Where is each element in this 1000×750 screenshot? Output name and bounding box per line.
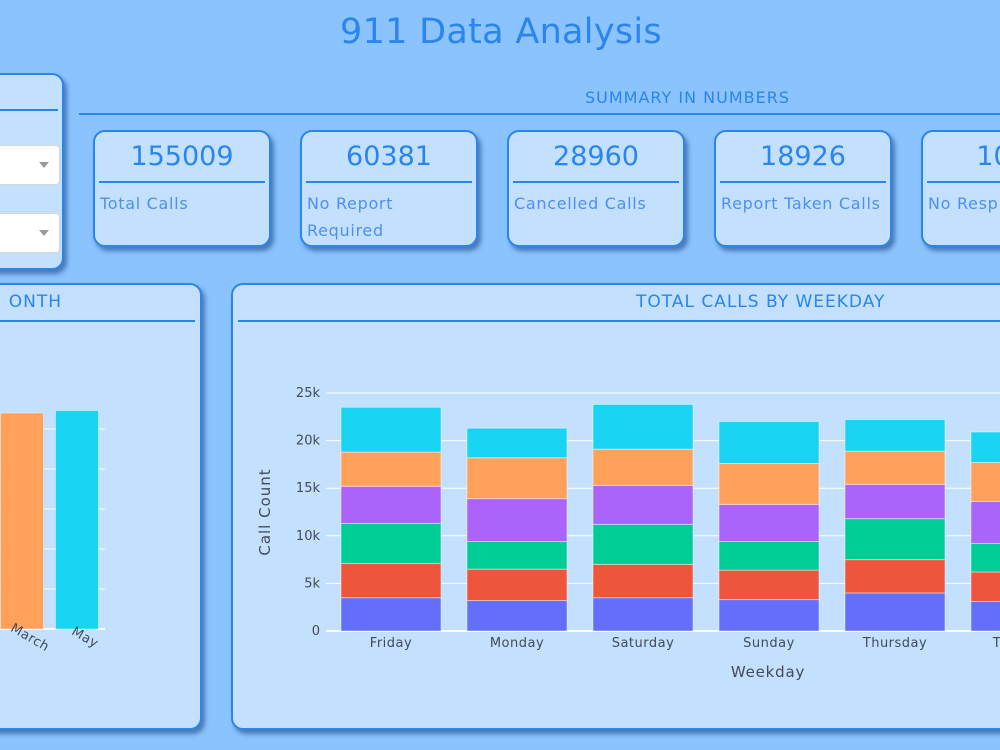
stat-value: 60381: [346, 141, 432, 172]
stat-label: No Resp… Calls: [928, 194, 1000, 213]
stat-label: Total Calls: [100, 194, 189, 213]
calls-by-weekday-chart: 0 5k 10k 15k 20k 25k Call Count Friday Monday Sat…: [256, 386, 1000, 681]
x-tick-label: Saturday: [612, 636, 675, 651]
bar-segment: [592, 563, 694, 599]
stat-card-no-response-calls: 10… No Resp… Calls: [921, 130, 1000, 247]
bar-segment: [970, 431, 1000, 463]
filter-dropdown-2[interactable]: [0, 213, 60, 253]
y-tick-label: 0: [312, 624, 320, 639]
calls-by-weekday-panel: TOTAL CALLS BY WEEKDAY 0 5k 10k 15k 20k 25k Ca…: [231, 283, 1000, 730]
stat-label: Report Taken Calls: [721, 194, 881, 213]
stat-card-cancelled-calls: 28960 Cancelled Calls: [507, 130, 685, 247]
bar-segment: [844, 559, 946, 594]
y-axis-title: Call Count: [256, 468, 274, 555]
stat-divider: [306, 181, 472, 183]
y-tick-label: 20k: [296, 434, 321, 449]
bar-segment: [970, 461, 1000, 503]
bar-segment: [466, 457, 568, 500]
bar-segment: [340, 522, 442, 564]
y-tick-label: 10k: [296, 529, 321, 544]
bar-segment: [340, 406, 442, 453]
filter-dropdown-1[interactable]: [0, 145, 60, 185]
bar-segment: [340, 451, 442, 487]
page-title: 911 Data Analysis: [340, 12, 662, 52]
bar-segment: [592, 448, 694, 486]
chevron-down-icon[interactable]: [39, 162, 49, 168]
stat-card-no-report-required: 60381 No Report Required: [300, 130, 478, 247]
bar-segment: [466, 427, 568, 459]
bar-segment: [970, 542, 1000, 573]
bar-segment: [844, 450, 946, 485]
x-tick-label: Thursday: [862, 636, 927, 651]
calls-by-month-chart: March May: [0, 410, 105, 655]
bar-segment: [718, 462, 820, 505]
stat-divider: [513, 181, 679, 183]
filter-panel-divider: [0, 109, 58, 111]
bar-segment: [718, 569, 820, 601]
bar-segment: [592, 484, 694, 525]
y-tick-label: 25k: [296, 386, 321, 401]
stat-card-total-calls: 155009 Total Calls: [93, 130, 271, 247]
bar-segment: [718, 503, 820, 543]
x-tick-label: Friday: [370, 636, 412, 651]
bar: [55, 410, 99, 630]
bar-segment: [340, 485, 442, 524]
stat-divider: [927, 181, 1000, 183]
stat-value: 155009: [130, 141, 234, 172]
bar-segment: [718, 599, 820, 632]
bar-segment: [970, 571, 1000, 602]
bar-segment: [592, 523, 694, 565]
bar-segment: [718, 421, 820, 464]
filter-panel: [0, 73, 64, 270]
x-tick-label: Sunday: [743, 636, 795, 651]
stat-value: 28960: [553, 141, 639, 172]
bar: [0, 412, 44, 630]
x-tick-label: Tuesday: [992, 636, 1000, 651]
bar-segment: [592, 597, 694, 632]
stat-card-report-taken-calls: 18926 Report Taken Calls: [714, 130, 892, 247]
x-axis-title: Weekday: [731, 663, 805, 681]
bar-segment: [970, 600, 1000, 632]
bar-segment: [340, 562, 442, 599]
bar-segment: [466, 498, 568, 543]
calls-by-month-panel: ONTH March May: [0, 283, 202, 730]
bar-segment: [340, 597, 442, 632]
bar-segment: [844, 419, 946, 452]
bar-segment: [466, 568, 568, 602]
bar-segment: [466, 541, 568, 570]
stat-label: Cancelled Calls: [514, 194, 647, 213]
stat-value: 18926: [760, 141, 846, 172]
bar-segment: [718, 541, 820, 571]
stat-divider: [99, 181, 265, 183]
stat-label: No Report Required: [307, 194, 394, 240]
summary-heading: SUMMARY IN NUMBERS: [585, 88, 790, 107]
bar-segment: [970, 501, 1000, 544]
y-tick-label: 15k: [296, 481, 321, 496]
bar-segment: [844, 518, 946, 561]
chevron-down-icon[interactable]: [39, 230, 49, 236]
stat-value: 10…: [976, 141, 1000, 172]
bar-segment: [844, 483, 946, 520]
bar-segment: [592, 403, 694, 450]
bar-segment: [466, 600, 568, 632]
summary-divider: [79, 113, 1000, 115]
bar-segment: [844, 592, 946, 632]
x-tick-label: Monday: [490, 636, 544, 651]
y-tick-label: 5k: [304, 576, 320, 591]
stat-divider: [720, 181, 886, 183]
